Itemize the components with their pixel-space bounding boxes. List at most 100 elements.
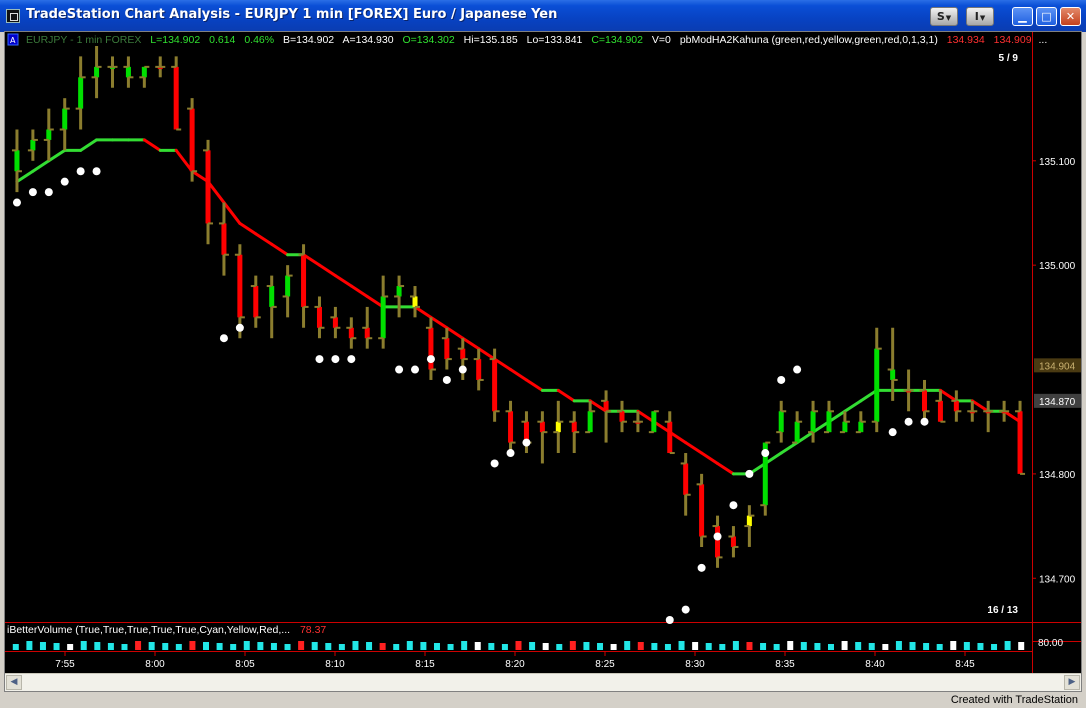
volume-bar — [461, 641, 468, 650]
volume-bar — [760, 643, 767, 650]
style-menu-button[interactable]: S▼ — [930, 7, 958, 26]
bar-body — [380, 296, 386, 339]
bar-body — [778, 411, 784, 433]
stop-dot — [235, 323, 244, 332]
volume-bar — [991, 644, 998, 650]
volume-bar — [107, 643, 114, 650]
stop-dot — [442, 375, 451, 384]
time-tick-label: 8:20 — [505, 659, 525, 670]
ma-segment — [477, 347, 497, 361]
bar-body — [460, 348, 466, 360]
volume-bar — [705, 643, 712, 650]
dropdown-arrow-icon: ▼ — [945, 14, 952, 22]
minimize-icon: ▁ — [1018, 10, 1027, 23]
volume-bar — [488, 643, 495, 650]
stop-dot — [697, 563, 706, 572]
volume-bar — [243, 641, 250, 650]
ma-segment — [317, 263, 337, 278]
stop-dot — [347, 355, 356, 364]
stop-dot — [888, 428, 897, 437]
bar-body — [1017, 411, 1023, 474]
chart-canvas[interactable]: A EURJPY - 1 min FOREX L=134.902 0.614 0… — [5, 32, 1081, 673]
maximize-button[interactable]: □ — [1036, 7, 1057, 26]
price-marker-label: 134.870 — [1039, 397, 1076, 408]
ma-segment — [938, 388, 958, 403]
bar-body — [667, 421, 673, 454]
stop-dot — [12, 198, 21, 207]
ma-segment — [47, 148, 67, 163]
volume-bar — [67, 644, 74, 650]
volume-bar — [189, 641, 196, 650]
ma-segment — [238, 221, 258, 236]
bar-body — [30, 139, 36, 151]
bar-body — [46, 129, 52, 140]
volume-bar — [787, 641, 794, 650]
bar-body — [14, 150, 20, 172]
bar-body — [476, 359, 482, 380]
stop-dot — [28, 188, 37, 197]
volume-bar — [433, 643, 440, 650]
volume-bar — [841, 641, 848, 650]
stop-dot — [713, 532, 722, 541]
volume-bar — [135, 641, 142, 650]
volume-axis-label: 80.00 — [1038, 638, 1063, 649]
volume-bar — [597, 643, 604, 650]
bar-body — [412, 296, 418, 307]
time-tick-label: 8:25 — [595, 659, 615, 670]
stop-dot — [490, 459, 499, 468]
bar-body — [937, 400, 943, 422]
ma-segment — [524, 378, 544, 392]
minimize-button[interactable]: ▁ — [1012, 7, 1033, 26]
volume-bar — [664, 644, 671, 650]
volume-indicator-label: iBetterVolume (True,True,True,True,True,… — [7, 624, 326, 636]
status-volume: V=0 — [652, 34, 671, 46]
bar-body — [444, 338, 450, 360]
bar-body — [78, 77, 84, 109]
volume-bar — [216, 643, 223, 650]
bar-body — [221, 223, 227, 255]
status-close: C=134.902 — [591, 34, 643, 46]
bar-body — [842, 421, 848, 433]
stop-dot — [315, 355, 324, 364]
bar-body — [285, 275, 291, 297]
bar-body — [890, 369, 896, 380]
ma-segment — [333, 274, 353, 288]
bar-body — [794, 421, 800, 443]
ma-segment — [779, 441, 799, 455]
volume-bar — [963, 642, 970, 650]
volume-bar — [1018, 642, 1025, 650]
time-tick-label: 8:05 — [235, 659, 255, 670]
bar-body — [874, 348, 880, 422]
bar-body — [858, 421, 864, 433]
stop-dot — [793, 365, 802, 374]
bar-body — [555, 421, 561, 433]
insert-menu-button[interactable]: I▼ — [966, 7, 994, 26]
ma-segment — [270, 242, 290, 257]
volume-bar — [53, 643, 60, 650]
scroll-right-button[interactable]: ▶ — [1064, 675, 1080, 690]
volume-bar — [148, 642, 155, 650]
bar-body — [301, 254, 307, 307]
volume-bar — [515, 641, 522, 650]
bar-body — [715, 526, 721, 558]
volume-bar — [610, 644, 617, 650]
bar-body — [571, 421, 577, 433]
bar-body — [269, 286, 275, 307]
bar-body — [428, 327, 434, 370]
scroll-left-button[interactable]: ◀ — [6, 675, 22, 690]
volume-bar — [882, 644, 889, 650]
horizontal-scrollbar[interactable]: ◀ ▶ — [5, 673, 1081, 691]
bar-body — [141, 66, 147, 78]
volume-bar — [1004, 641, 1011, 650]
close-button[interactable]: ✕ — [1060, 7, 1081, 26]
status-indicator: pbModHA2Kahuna (green,red,yellow,green,r… — [680, 34, 938, 46]
stop-dot — [331, 355, 340, 364]
stop-dot — [76, 167, 85, 176]
volume-bar — [352, 641, 359, 650]
stop-dot — [761, 449, 770, 458]
bar-body — [746, 515, 752, 527]
time-axis: 7:55 8:00 8:05 8:10 8:15 8:20 8:25 8:30 8:35 8:40… — [55, 651, 975, 670]
volume-bar — [175, 644, 182, 650]
stop-dot — [506, 449, 515, 458]
chart-window[interactable]: A EURJPY - 1 min FOREX L=134.902 0.614 0… — [4, 31, 1082, 692]
